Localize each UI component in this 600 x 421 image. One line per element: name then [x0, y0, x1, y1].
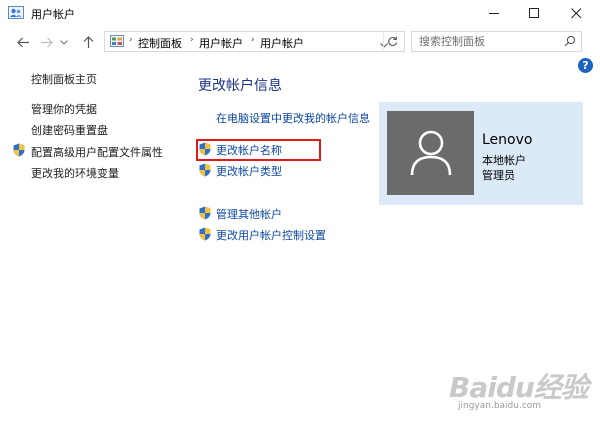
close-button[interactable] [556, 0, 596, 27]
page-title: 更改帐户信息 [198, 78, 282, 94]
minimize-button[interactable] [474, 0, 514, 27]
address-bar[interactable]: › 控制面板 › 用户帐户 › 用户帐户 [104, 31, 405, 52]
minimize-icon [488, 13, 499, 14]
breadcrumb-item-user-accounts-current[interactable]: 用户帐户 [260, 35, 304, 51]
back-button[interactable] [15, 34, 31, 50]
change-uac-settings-link[interactable]: 更改用户帐户控制设置 [216, 227, 326, 243]
sidebar-item-advanced-profile-properties[interactable]: 配置高级用户配置文件属性 [31, 144, 163, 160]
refresh-icon [388, 36, 398, 47]
breadcrumb-separator: › [129, 35, 133, 45]
close-icon [570, 8, 581, 19]
uac-shield-icon [13, 143, 25, 157]
uac-shield-icon [199, 163, 211, 177]
arrow-left-icon [16, 37, 29, 47]
breadcrumb-item-user-accounts[interactable]: 用户帐户 [199, 35, 243, 51]
search-box [411, 31, 582, 52]
sidebar-item-create-password-reset-disk[interactable]: 创建密码重置盘 [31, 122, 108, 138]
watermark-url: jingyan.baidu.com [458, 401, 542, 411]
arrow-up-icon [83, 35, 93, 48]
breadcrumb-separator: › [251, 35, 255, 45]
uac-shield-icon [199, 227, 211, 241]
sidebar-item-control-panel-home[interactable]: 控制面板主页 [31, 71, 97, 87]
watermark-logo: Baidu经验 [449, 371, 589, 404]
user-silhouette-icon [410, 130, 451, 176]
breadcrumb-item-control-panel[interactable]: 控制面板 [138, 35, 182, 51]
help-button[interactable]: ? [578, 58, 593, 73]
user-name: Lenovo [482, 132, 533, 148]
change-account-type-link[interactable]: 更改帐户类型 [216, 163, 282, 179]
account-role-label: 管理员 [482, 169, 515, 182]
search-icon[interactable] [564, 35, 576, 50]
arrow-right-icon [40, 37, 53, 47]
sidebar-item-manage-credentials[interactable]: 管理你的凭据 [31, 101, 97, 117]
uac-shield-icon [199, 206, 211, 220]
refresh-button[interactable] [383, 33, 401, 50]
sidebar-item-change-environment-variables[interactable]: 更改我的环境变量 [31, 165, 119, 181]
search-input[interactable] [412, 32, 562, 51]
title-bar: 用户帐户 [0, 0, 600, 27]
control-panel-icon [110, 35, 124, 48]
maximize-button[interactable] [514, 0, 554, 27]
up-button[interactable] [80, 34, 96, 50]
account-type-label: 本地帐户 [482, 154, 526, 167]
window-title: 用户帐户 [31, 8, 75, 21]
user-accounts-icon [8, 6, 24, 20]
chevron-down-icon [60, 39, 68, 45]
recent-locations-button[interactable] [58, 34, 70, 50]
user-account-card: Lenovo 本地帐户 管理员 [379, 102, 583, 205]
change-account-info-in-settings-link[interactable]: 在电脑设置中更改我的帐户信息 [216, 110, 370, 126]
breadcrumb-separator: › [190, 35, 194, 45]
maximize-icon [528, 8, 539, 18]
forward-button[interactable] [38, 34, 54, 50]
manage-other-accounts-link[interactable]: 管理其他帐户 [216, 206, 282, 222]
highlight-annotation [196, 139, 321, 161]
avatar [387, 111, 474, 195]
